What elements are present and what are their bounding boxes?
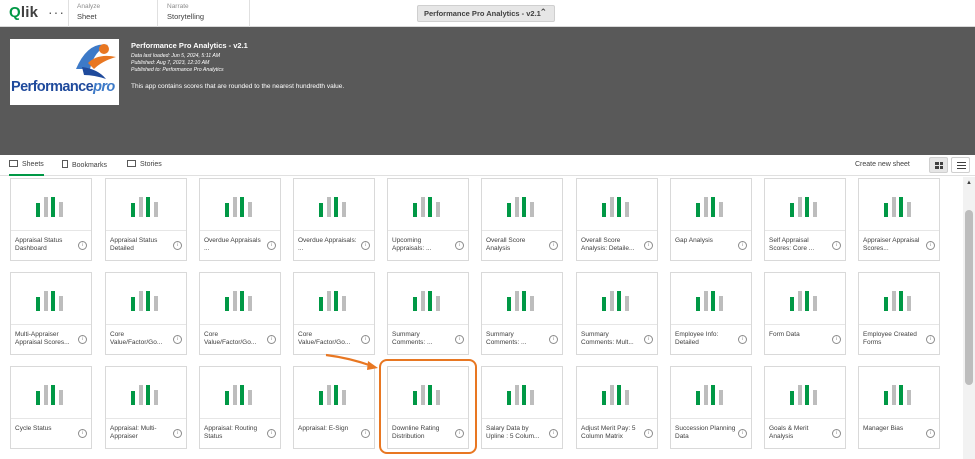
annotation-arrow-icon <box>325 353 378 370</box>
